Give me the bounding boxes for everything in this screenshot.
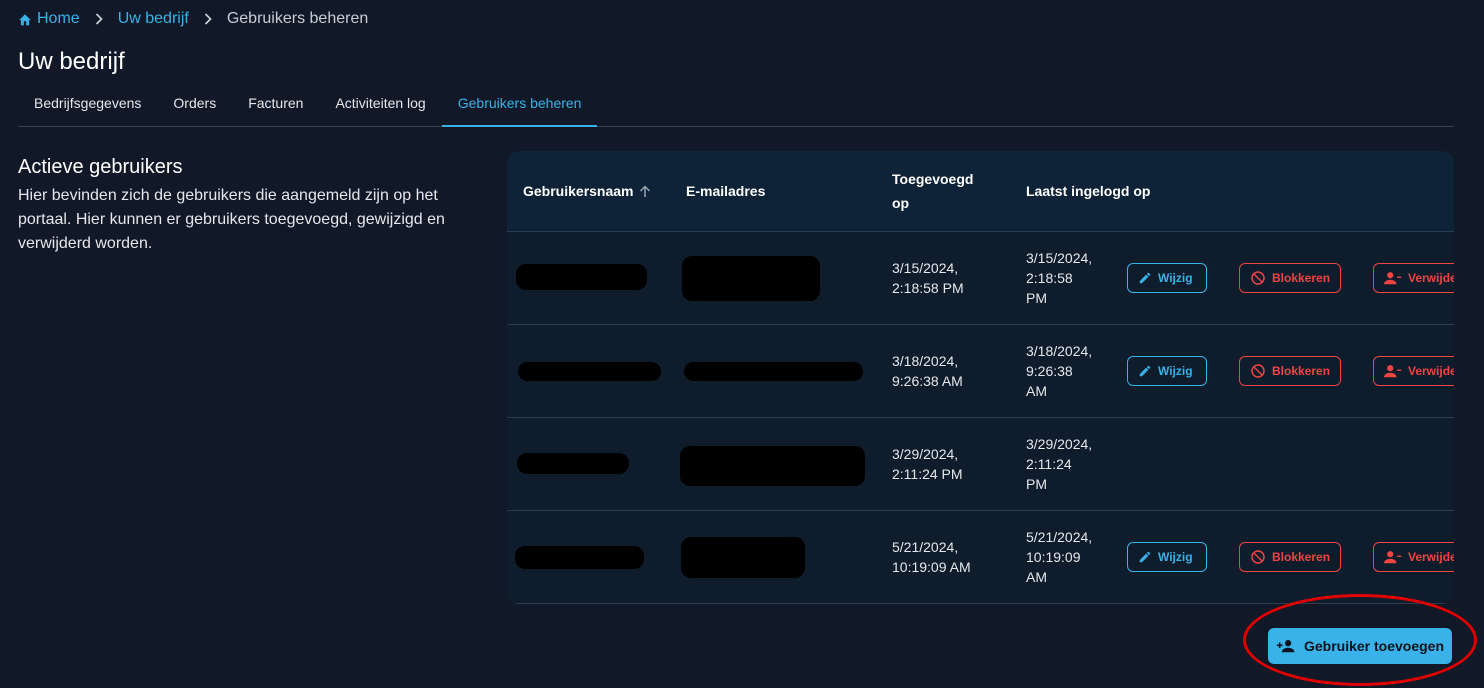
last-login-line3: PM <box>1026 290 1047 306</box>
add-user-button[interactable]: Gebruiker toevoegen <box>1268 628 1452 664</box>
last-login-line1: 3/18/2024, <box>1026 343 1093 359</box>
table-row: 3/29/2024, 2:11:24 PM 3/29/2024, 2:11:24… <box>507 418 1454 511</box>
block-icon <box>1251 364 1265 378</box>
block-icon <box>1251 550 1265 564</box>
table-row: 3/18/2024, 9:26:38 AM 3/18/2024, 9:26:38… <box>507 325 1454 418</box>
block-button-label: Blokkeren <box>1272 364 1331 378</box>
added-on: 3/29/2024, 2:11:24 PM <box>892 444 963 484</box>
person-remove-icon <box>1384 365 1402 378</box>
breadcrumb-company-link[interactable]: Uw bedrijf <box>118 10 189 28</box>
breadcrumb-home-label: Home <box>37 10 80 27</box>
page: Home Uw bedrijf Gebruikers beheren Uw be… <box>0 0 1484 688</box>
last-login-line1: 3/29/2024, <box>1026 436 1093 452</box>
person-remove-icon <box>1384 272 1402 285</box>
redacted-email <box>682 256 820 301</box>
last-login: 3/18/2024, 9:26:38 AM <box>1026 341 1092 401</box>
delete-button-label: Verwijde <box>1408 271 1454 285</box>
column-header-added-line1: Toegevoegd <box>892 171 974 187</box>
edit-button-label: Wijzig <box>1158 550 1193 564</box>
column-header-username[interactable]: Gebruikersnaam <box>523 179 651 203</box>
redacted-username <box>518 362 661 381</box>
users-table: Gebruikersnaam E-mailadres Toegevoegd op… <box>507 151 1454 604</box>
person-add-icon <box>1276 640 1295 653</box>
last-login-line1: 3/15/2024, <box>1026 250 1093 266</box>
edit-button[interactable]: Wijzig <box>1127 263 1207 293</box>
person-remove-icon <box>1384 551 1402 564</box>
edit-button[interactable]: Wijzig <box>1127 356 1207 386</box>
block-icon <box>1251 271 1265 285</box>
redacted-email <box>684 362 863 381</box>
last-login-line2: 9:26:38 <box>1026 363 1073 379</box>
page-title: Uw bedrijf <box>18 48 125 75</box>
table-row: 5/21/2024, 10:19:09 AM 5/21/2024, 10:19:… <box>507 511 1454 604</box>
table-row: 3/15/2024, 2:18:58 PM 3/15/2024, 2:18:58… <box>507 232 1454 325</box>
block-button-label: Blokkeren <box>1272 550 1331 564</box>
added-time: 9:26:38 AM <box>892 373 963 389</box>
added-time: 2:11:24 PM <box>892 466 963 482</box>
breadcrumb-home-link[interactable]: Home <box>18 10 80 28</box>
column-header-email[interactable]: E-mailadres <box>686 179 765 203</box>
column-header-added[interactable]: Toegevoegd op <box>892 167 973 215</box>
tab-orders[interactable]: Orders <box>157 80 232 126</box>
section-title: Actieve gebruikers <box>18 156 183 178</box>
chevron-right-icon <box>204 13 212 25</box>
delete-button[interactable]: Verwijde <box>1373 356 1454 386</box>
add-user-button-label: Gebruiker toevoegen <box>1303 638 1445 654</box>
redacted-email <box>681 537 805 578</box>
edit-button[interactable]: Wijzig <box>1127 542 1207 572</box>
tab-activiteiten-log[interactable]: Activiteiten log <box>319 80 441 126</box>
last-login-line3: AM <box>1026 569 1047 585</box>
table-header: Gebruikersnaam E-mailadres Toegevoegd op… <box>507 151 1454 232</box>
breadcrumb: Home Uw bedrijf Gebruikers beheren <box>18 9 368 29</box>
arrow-up-icon <box>639 184 650 197</box>
column-header-username-label: Gebruikersnaam <box>523 183 634 199</box>
tab-bedrijfsgegevens[interactable]: Bedrijfsgegevens <box>18 80 157 126</box>
added-time: 10:19:09 AM <box>892 559 971 575</box>
added-date: 3/29/2024, <box>892 446 959 462</box>
redacted-username <box>515 546 644 569</box>
delete-button[interactable]: Verwijde <box>1373 542 1454 572</box>
block-button[interactable]: Blokkeren <box>1239 542 1341 572</box>
column-header-last-login[interactable]: Laatst ingelogd op <box>1026 179 1150 203</box>
delete-button-label: Verwijde <box>1408 550 1454 564</box>
delete-button[interactable]: Verwijde <box>1373 263 1454 293</box>
pencil-icon <box>1139 551 1151 563</box>
last-login-line2: 2:18:58 <box>1026 270 1073 286</box>
added-on: 3/18/2024, 9:26:38 AM <box>892 351 963 391</box>
added-on: 3/15/2024, 2:18:58 PM <box>892 258 964 298</box>
last-login-line3: PM <box>1026 476 1047 492</box>
last-login: 3/29/2024, 2:11:24 PM <box>1026 434 1092 494</box>
last-login-line1: 5/21/2024, <box>1026 529 1093 545</box>
last-login-line3: AM <box>1026 383 1047 399</box>
added-on: 5/21/2024, 10:19:09 AM <box>892 537 971 577</box>
breadcrumb-current: Gebruikers beheren <box>226 10 369 27</box>
delete-button-label: Verwijde <box>1408 364 1454 378</box>
added-time: 2:18:58 PM <box>892 280 964 296</box>
redacted-username <box>517 453 629 474</box>
home-icon <box>19 13 31 25</box>
last-login-line2: 10:19:09 <box>1026 549 1081 565</box>
added-date: 5/21/2024, <box>892 539 959 555</box>
section-description: Hier bevinden zich de gebruikers die aan… <box>18 187 445 252</box>
last-login-line2: 2:11:24 <box>1026 456 1072 472</box>
block-button[interactable]: Blokkeren <box>1239 263 1341 293</box>
block-button-label: Blokkeren <box>1272 271 1331 285</box>
last-login: 3/15/2024, 2:18:58 PM <box>1026 248 1092 308</box>
chevron-right-icon <box>95 13 103 25</box>
tab-bar: Bedrijfsgegevens Orders Facturen Activit… <box>18 80 1454 127</box>
edit-button-label: Wijzig <box>1158 271 1193 285</box>
pencil-icon <box>1139 272 1151 284</box>
last-login: 5/21/2024, 10:19:09 AM <box>1026 527 1092 587</box>
tab-gebruikers-beheren[interactable]: Gebruikers beheren <box>441 80 598 127</box>
added-date: 3/18/2024, <box>892 353 959 369</box>
column-header-added-line2: op <box>892 195 910 211</box>
tab-facturen[interactable]: Facturen <box>232 80 319 126</box>
redacted-username <box>516 264 647 290</box>
block-button[interactable]: Blokkeren <box>1239 356 1341 386</box>
redacted-email <box>680 446 865 486</box>
pencil-icon <box>1139 365 1151 377</box>
edit-button-label: Wijzig <box>1158 364 1193 378</box>
added-date: 3/15/2024, <box>892 260 959 276</box>
